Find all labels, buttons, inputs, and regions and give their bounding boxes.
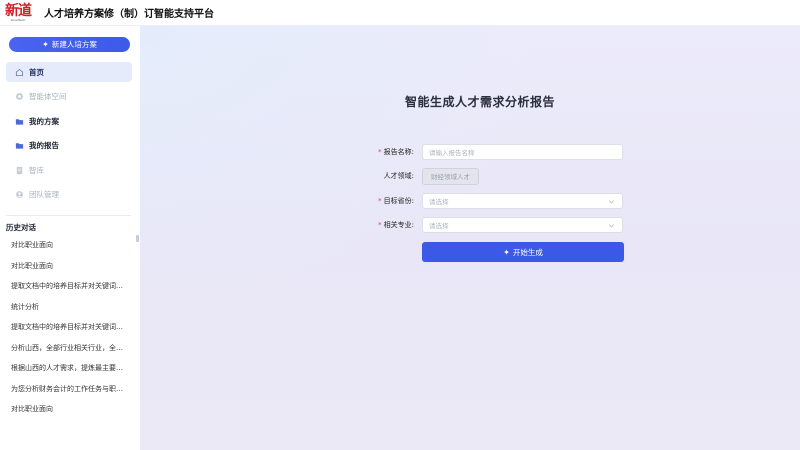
province-row: * 目标省份: 请选择 <box>370 193 630 209</box>
sidebar-item-label: 团队管理 <box>29 190 59 199</box>
talent-field-row: 人才领域: 财经领域人才 <box>370 167 630 185</box>
sidebar-item-label: 首页 <box>29 67 44 77</box>
new-plan-button[interactable]: ✦ 新建人培方案 <box>9 37 130 52</box>
history-list: 对比职业面向 对比职业面向 提取文档中的培养目标并对关键词进行统计分析 统计分析… <box>11 241 126 426</box>
sidebar-item-home[interactable]: 首页 <box>6 62 132 82</box>
sidebar-scroll-handle[interactable] <box>136 235 139 242</box>
sidebar: ✦ 新建人培方案 首页 智能体空间 我的方案 我的报告 智库 团队管理 历史对话… <box>0 26 140 450</box>
brand-logo[interactable]: 新道 xinedtech <box>4 2 32 24</box>
talent-field-tag[interactable]: 财经领域人才 <box>422 167 479 185</box>
major-placeholder: 请选择 <box>429 222 449 230</box>
required-mark: * <box>378 197 382 205</box>
province-placeholder: 请选择 <box>429 198 449 206</box>
report-name-row: * 报告名称: 请输入报告名称 <box>370 144 630 160</box>
agent-icon <box>15 92 24 101</box>
sparkle-icon: ✦ <box>42 40 49 49</box>
sparkle-icon: ✦ <box>503 247 510 257</box>
start-generate-label: 开始生成 <box>512 247 543 257</box>
sidebar-item-label: 我的报告 <box>29 141 59 150</box>
top-bar: 新道 xinedtech 人才培养方案修（制）订智能支持平台 <box>0 0 800 26</box>
sidebar-item-label: 智库 <box>29 165 44 175</box>
history-item[interactable]: 根据山西的人才需求，提炼最主要的人才需求 <box>11 364 126 385</box>
sidebar-item-think-tank[interactable]: 智库 <box>6 160 132 180</box>
main-panel: 智能生成人才需求分析报告 * 报告名称: 请输入报告名称 人才领域: 财经领域人才… <box>140 26 800 450</box>
team-icon <box>15 190 24 199</box>
history-item[interactable]: 统计分析 <box>11 303 126 324</box>
required-mark: * <box>378 221 382 229</box>
report-name-input[interactable]: 请输入报告名称 <box>422 144 623 160</box>
chevron-down-icon <box>608 200 615 204</box>
history-item[interactable]: 分析山西，全部行业相关行业，全部职业 <box>11 344 126 365</box>
new-plan-label: 新建人培方案 <box>51 40 97 49</box>
page-title: 智能生成人才需求分析报告 <box>404 95 555 109</box>
province-label: * 目标省份: <box>378 197 414 205</box>
required-mark: * <box>378 148 382 156</box>
sidebar-nav: 首页 智能体空间 我的方案 我的报告 智库 团队管理 <box>6 62 132 209</box>
chevron-down-icon <box>608 224 615 228</box>
sidebar-item-team[interactable]: 团队管理 <box>6 185 132 205</box>
history-item[interactable]: 对比职业面向 <box>11 405 126 426</box>
sidebar-divider <box>6 215 131 216</box>
logo-text: 新道 <box>5 2 32 19</box>
major-select[interactable]: 请选择 <box>422 217 623 233</box>
sidebar-item-my-plans[interactable]: 我的方案 <box>6 111 132 131</box>
talent-field-label: 人才领域: <box>383 172 414 180</box>
major-label: * 相关专业: <box>378 221 414 229</box>
start-generate-button[interactable]: ✦ 开始生成 <box>422 242 624 262</box>
history-item[interactable]: 提取文档中的培养目标并对关键词进行统计分析 <box>11 323 126 344</box>
document-icon <box>15 166 24 175</box>
app-title: 人才培养方案修（制）订智能支持平台 <box>44 9 214 20</box>
folder-icon <box>15 117 24 126</box>
home-icon <box>15 68 24 77</box>
sidebar-item-label: 我的方案 <box>29 116 59 126</box>
history-item[interactable]: 为您分析财务会计的工作任务与职业能力 <box>11 385 126 406</box>
major-row: * 相关专业: 请选择 <box>370 217 630 233</box>
history-title: 历史对话 <box>6 223 36 232</box>
history-item[interactable]: 提取文档中的培养目标并对关键词进行统计分析 <box>11 282 126 303</box>
sidebar-item-my-reports[interactable]: 我的报告 <box>6 136 132 156</box>
province-select[interactable]: 请选择 <box>422 193 623 209</box>
history-item[interactable]: 对比职业面向 <box>11 241 126 262</box>
history-item[interactable]: 对比职业面向 <box>11 262 126 283</box>
sidebar-item-agent-space[interactable]: 智能体空间 <box>6 87 132 107</box>
folder-icon <box>15 141 24 150</box>
report-name-label: * 报告名称: <box>378 148 414 156</box>
sidebar-item-label: 智能体空间 <box>29 92 67 101</box>
logo-subtext: xinedtech <box>10 17 26 22</box>
